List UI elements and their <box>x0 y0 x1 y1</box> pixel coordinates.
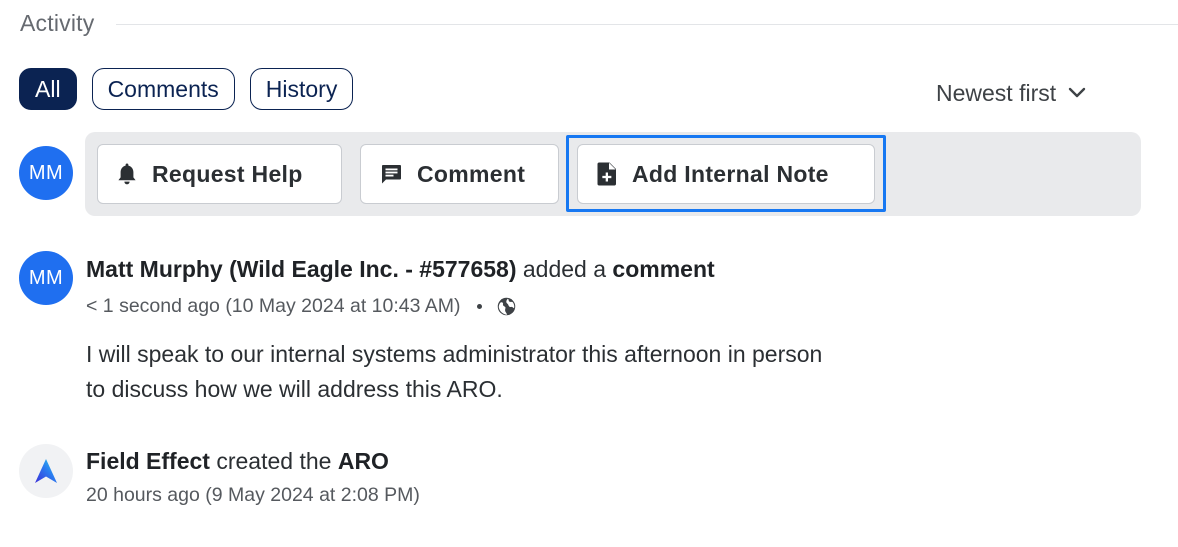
activity-header: Activity <box>20 8 1178 38</box>
filter-history-button[interactable]: History <box>249 68 354 110</box>
entry-object: comment <box>612 256 715 282</box>
comment-body: I will speak to our internal systems adm… <box>86 337 986 407</box>
comment-line: I will speak to our internal systems adm… <box>86 341 823 367</box>
activity-filter-bar: All Comments History <box>19 68 354 110</box>
globe-icon <box>497 297 515 315</box>
entry-object: ARO <box>337 448 389 474</box>
request-help-button[interactable]: Request Help <box>97 144 342 204</box>
avatar: MM <box>19 146 73 200</box>
chevron-down-icon <box>1068 87 1086 98</box>
section-title: Activity <box>20 9 95 36</box>
comment-button[interactable]: Comment <box>360 144 559 204</box>
entry-author[interactable]: Field Effect <box>86 448 210 474</box>
sort-dropdown[interactable]: Newest first <box>936 76 1086 110</box>
filter-all-button[interactable]: All <box>19 68 77 110</box>
avatar: MM <box>19 251 73 305</box>
filter-comments-button[interactable]: Comments <box>91 68 235 110</box>
add-internal-note-label: Add Internal Note <box>632 160 829 187</box>
comment-icon <box>382 165 401 184</box>
entry-timestamp: 20 hours ago (9 May 2024 at 2:08 PM) <box>86 483 420 506</box>
activity-entry-title: Matt Murphy (Wild Eagle Inc. - #577658) … <box>86 256 715 283</box>
bell-icon <box>118 163 136 185</box>
entry-meta: 20 hours ago (9 May 2024 at 2:08 PM) <box>86 483 420 507</box>
entry-author[interactable]: Matt Murphy (Wild Eagle Inc. - #577658) <box>86 256 517 282</box>
request-help-label: Request Help <box>152 160 303 187</box>
comment-label: Comment <box>417 160 526 187</box>
field-effect-logo-icon <box>35 459 57 483</box>
note-add-icon <box>597 162 616 186</box>
header-divider <box>116 23 1178 25</box>
sort-label: Newest first <box>936 79 1057 106</box>
field-effect-logo-avatar <box>19 444 73 498</box>
entry-action: created the <box>209 448 338 474</box>
entry-meta: < 1 second ago (10 May 2024 at 10:43 AM) <box>86 294 517 318</box>
composer-action-bar: Request Help Comment Add Internal Note <box>85 132 1141 216</box>
add-internal-note-button[interactable]: Add Internal Note <box>577 144 875 204</box>
comment-line: to discuss how we will address this ARO. <box>86 376 503 402</box>
activity-entry-title: Field Effect created the ARO <box>86 448 389 475</box>
entry-timestamp: < 1 second ago (10 May 2024 at 10:43 AM) <box>86 294 461 317</box>
bullet-separator <box>476 303 482 309</box>
entry-action: added a <box>516 256 613 282</box>
